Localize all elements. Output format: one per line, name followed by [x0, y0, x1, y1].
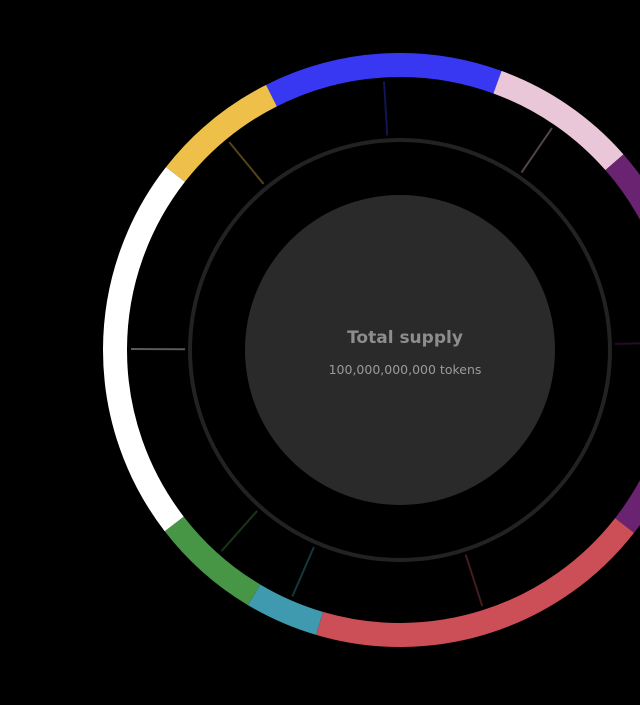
connector-line-6 [291, 546, 315, 597]
connector-line-7 [220, 510, 259, 552]
center-subtitle: 100,000,000,000 tokens [329, 362, 482, 377]
connector-line-2 [383, 81, 389, 136]
connector-line-5 [464, 554, 484, 607]
center-disc [245, 195, 555, 505]
allocation-segment-5 [316, 518, 635, 647]
token-allocation-chart: Total supply 100,000,000,000 tokens [103, 53, 640, 647]
allocation-segment-6 [247, 584, 324, 635]
allocation-segment-3 [493, 70, 624, 171]
center-title: Total supply [347, 328, 463, 348]
connector-line-1 [228, 141, 265, 185]
connector-line-3 [520, 127, 553, 174]
allocation-segment-1 [165, 84, 278, 183]
connector-line-4 [614, 342, 640, 345]
allocation-segment-7 [164, 516, 261, 606]
